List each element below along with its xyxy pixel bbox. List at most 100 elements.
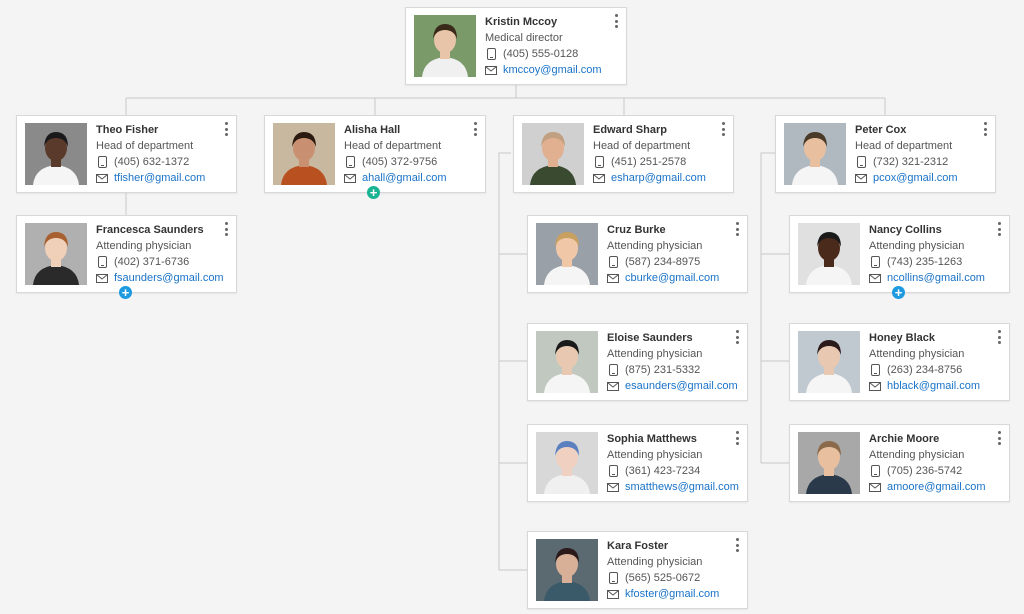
phone-icon: [593, 156, 605, 168]
person-card-cruz[interactable]: Cruz BurkeAttending physician(587) 234-8…: [527, 215, 748, 293]
mail-icon: [607, 272, 619, 284]
person-card-nancy[interactable]: Nancy CollinsAttending physician(743) 23…: [789, 215, 1010, 293]
avatar: [414, 15, 476, 77]
person-name: Sophia Matthews: [607, 431, 739, 447]
person-title: Attending physician: [96, 238, 228, 254]
person-title: Attending physician: [869, 238, 1001, 254]
more-vertical-icon[interactable]: [733, 222, 741, 236]
person-title: Head of department: [593, 138, 725, 154]
person-card-archie[interactable]: Archie MooreAttending physician(705) 236…: [789, 424, 1010, 502]
phone-icon: [607, 364, 619, 376]
avatar: [798, 432, 860, 494]
phone-icon: [869, 256, 881, 268]
plus-circle-icon[interactable]: +: [367, 186, 380, 199]
more-vertical-icon[interactable]: [733, 330, 741, 344]
person-title: Attending physician: [869, 447, 1001, 463]
person-card-theo[interactable]: Theo FisherHead of department(405) 632-1…: [16, 115, 237, 193]
person-phone: (405) 632-1372: [114, 154, 189, 170]
phone-icon: [485, 48, 497, 60]
person-card-honey[interactable]: Honey BlackAttending physician(263) 234-…: [789, 323, 1010, 401]
person-email-link[interactable]: fsaunders@gmail.com: [114, 270, 224, 286]
phone-icon: [96, 156, 108, 168]
person-card-eloise[interactable]: Eloise SaundersAttending physician(875) …: [527, 323, 748, 401]
connector-lines: [0, 0, 1024, 614]
phone-icon: [869, 465, 881, 477]
plus-circle-icon[interactable]: +: [892, 286, 905, 299]
person-title: Attending physician: [607, 447, 739, 463]
avatar: [273, 123, 335, 185]
more-vertical-icon[interactable]: [733, 431, 741, 445]
person-email-link[interactable]: pcox@gmail.com: [873, 170, 958, 186]
person-name: Kristin Mccoy: [485, 14, 618, 30]
person-phone: (263) 234-8756: [887, 362, 962, 378]
person-email-link[interactable]: hblack@gmail.com: [887, 378, 980, 394]
phone-icon: [344, 156, 356, 168]
person-email-link[interactable]: cburke@gmail.com: [625, 270, 719, 286]
person-card-sophia[interactable]: Sophia MatthewsAttending physician(361) …: [527, 424, 748, 502]
person-card-edward[interactable]: Edward SharpHead of department(451) 251-…: [513, 115, 734, 193]
person-card-peter[interactable]: Peter CoxHead of department(732) 321-231…: [775, 115, 996, 193]
person-card-alisha[interactable]: Alisha HallHead of department(405) 372-9…: [264, 115, 486, 193]
person-phone: (451) 251-2578: [611, 154, 686, 170]
avatar: [784, 123, 846, 185]
phone-icon: [607, 572, 619, 584]
mail-icon: [96, 172, 108, 184]
mail-icon: [869, 272, 881, 284]
person-name: Edward Sharp: [593, 122, 725, 138]
avatar: [798, 223, 860, 285]
person-email-link[interactable]: kfoster@gmail.com: [625, 586, 719, 602]
person-phone: (705) 236-5742: [887, 463, 962, 479]
person-email-link[interactable]: ahall@gmail.com: [362, 170, 447, 186]
person-name: Theo Fisher: [96, 122, 228, 138]
person-name: Nancy Collins: [869, 222, 1001, 238]
more-vertical-icon[interactable]: [981, 122, 989, 136]
person-title: Attending physician: [607, 346, 739, 362]
more-vertical-icon[interactable]: [995, 330, 1003, 344]
person-phone: (405) 372-9756: [362, 154, 437, 170]
mail-icon: [607, 588, 619, 600]
avatar: [25, 223, 87, 285]
mail-icon: [855, 172, 867, 184]
avatar: [536, 223, 598, 285]
person-phone: (587) 234-8975: [625, 254, 700, 270]
person-card-francesca[interactable]: Francesca SaundersAttending physician(40…: [16, 215, 237, 293]
phone-icon: [869, 364, 881, 376]
more-vertical-icon[interactable]: [471, 122, 479, 136]
person-title: Attending physician: [607, 554, 739, 570]
phone-icon: [855, 156, 867, 168]
person-email-link[interactable]: ncollins@gmail.com: [887, 270, 985, 286]
person-title: Head of department: [96, 138, 228, 154]
person-email-link[interactable]: smatthews@gmail.com: [625, 479, 739, 495]
more-vertical-icon[interactable]: [995, 431, 1003, 445]
person-card-kristin[interactable]: Kristin MccoyMedical director(405) 555-0…: [405, 7, 627, 85]
avatar: [25, 123, 87, 185]
more-vertical-icon[interactable]: [222, 222, 230, 236]
person-name: Honey Black: [869, 330, 1001, 346]
mail-icon: [607, 481, 619, 493]
phone-icon: [607, 256, 619, 268]
person-name: Eloise Saunders: [607, 330, 739, 346]
more-vertical-icon[interactable]: [733, 538, 741, 552]
mail-icon: [96, 272, 108, 284]
person-title: Medical director: [485, 30, 618, 46]
person-name: Cruz Burke: [607, 222, 739, 238]
person-email-link[interactable]: amoore@gmail.com: [887, 479, 986, 495]
mail-icon: [869, 380, 881, 392]
more-vertical-icon[interactable]: [719, 122, 727, 136]
person-email-link[interactable]: kmccoy@gmail.com: [503, 62, 602, 78]
person-phone: (402) 371-6736: [114, 254, 189, 270]
person-title: Head of department: [855, 138, 987, 154]
person-email-link[interactable]: esharp@gmail.com: [611, 170, 706, 186]
person-email-link[interactable]: esaunders@gmail.com: [625, 378, 738, 394]
person-card-kara[interactable]: Kara FosterAttending physician(565) 525-…: [527, 531, 748, 609]
person-phone: (405) 555-0128: [503, 46, 578, 62]
person-phone: (732) 321-2312: [873, 154, 948, 170]
person-title: Attending physician: [869, 346, 1001, 362]
more-vertical-icon[interactable]: [995, 222, 1003, 236]
plus-circle-icon[interactable]: +: [119, 286, 132, 299]
more-vertical-icon[interactable]: [222, 122, 230, 136]
mail-icon: [344, 172, 356, 184]
mail-icon: [869, 481, 881, 493]
person-email-link[interactable]: tfisher@gmail.com: [114, 170, 205, 186]
more-vertical-icon[interactable]: [612, 14, 620, 28]
